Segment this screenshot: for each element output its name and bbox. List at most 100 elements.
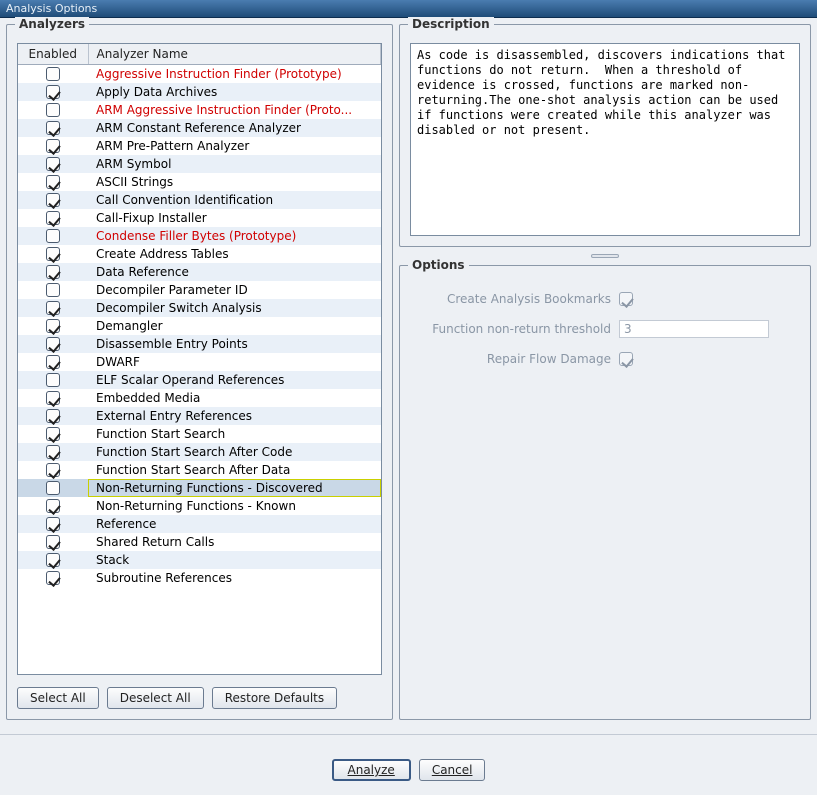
- analyzer-name-cell[interactable]: ARM Pre-Pattern Analyzer: [88, 137, 381, 155]
- analyzer-name-cell[interactable]: Disassemble Entry Points: [88, 335, 381, 353]
- table-row[interactable]: Function Start Search: [18, 425, 381, 443]
- analyzer-name-cell[interactable]: ELF Scalar Operand References: [88, 371, 381, 389]
- table-row[interactable]: Condense Filler Bytes (Prototype): [18, 227, 381, 245]
- enabled-cell[interactable]: [18, 191, 88, 209]
- table-row[interactable]: Function Start Search After Code: [18, 443, 381, 461]
- table-row[interactable]: Data Reference: [18, 263, 381, 281]
- table-row[interactable]: Call-Fixup Installer: [18, 209, 381, 227]
- table-row[interactable]: ASCII Strings: [18, 173, 381, 191]
- analyzer-name-cell[interactable]: Apply Data Archives: [88, 83, 381, 101]
- nonreturn-threshold-input[interactable]: [619, 320, 769, 338]
- restore-defaults-button[interactable]: Restore Defaults: [212, 687, 337, 709]
- table-row[interactable]: Reference: [18, 515, 381, 533]
- analyzer-name-cell[interactable]: Non-Returning Functions - Known: [88, 497, 381, 515]
- table-row[interactable]: DWARF: [18, 353, 381, 371]
- table-row[interactable]: ELF Scalar Operand References: [18, 371, 381, 389]
- col-enabled[interactable]: Enabled: [18, 44, 88, 65]
- enabled-cell[interactable]: [18, 515, 88, 533]
- analyzer-name-cell[interactable]: Function Start Search After Code: [88, 443, 381, 461]
- analyzer-name-cell[interactable]: Shared Return Calls: [88, 533, 381, 551]
- col-name[interactable]: Analyzer Name: [88, 44, 381, 65]
- enabled-cell[interactable]: [18, 101, 88, 119]
- enabled-cell[interactable]: [18, 479, 88, 497]
- analyze-button[interactable]: Analyze: [332, 759, 411, 781]
- analyzer-name-cell[interactable]: Embedded Media: [88, 389, 381, 407]
- analyzer-name-cell[interactable]: Aggressive Instruction Finder (Prototype…: [88, 65, 381, 83]
- enabled-cell[interactable]: [18, 551, 88, 569]
- table-row[interactable]: Function Start Search After Data: [18, 461, 381, 479]
- analyzer-name-cell[interactable]: Condense Filler Bytes (Prototype): [88, 227, 381, 245]
- enabled-checkbox[interactable]: [46, 193, 60, 207]
- enabled-cell[interactable]: [18, 461, 88, 479]
- analyzer-name-cell[interactable]: ARM Aggressive Instruction Finder (Proto…: [88, 101, 381, 119]
- enabled-cell[interactable]: [18, 353, 88, 371]
- select-all-button[interactable]: Select All: [17, 687, 99, 709]
- enabled-cell[interactable]: [18, 245, 88, 263]
- table-row[interactable]: Apply Data Archives: [18, 83, 381, 101]
- enabled-checkbox[interactable]: [46, 355, 60, 369]
- table-row[interactable]: Decompiler Switch Analysis: [18, 299, 381, 317]
- enabled-checkbox[interactable]: [46, 265, 60, 279]
- enabled-cell[interactable]: [18, 209, 88, 227]
- analyzer-name-cell[interactable]: Function Start Search After Data: [88, 461, 381, 479]
- analyzer-name-cell[interactable]: Subroutine References: [88, 569, 381, 587]
- table-row[interactable]: Disassemble Entry Points: [18, 335, 381, 353]
- table-row[interactable]: Stack: [18, 551, 381, 569]
- enabled-cell[interactable]: [18, 371, 88, 389]
- enabled-cell[interactable]: [18, 281, 88, 299]
- analyzer-name-cell[interactable]: Decompiler Switch Analysis: [88, 299, 381, 317]
- analyzer-name-cell[interactable]: Call-Fixup Installer: [88, 209, 381, 227]
- enabled-checkbox[interactable]: [46, 211, 60, 225]
- cancel-button[interactable]: Cancel: [419, 759, 486, 781]
- enabled-checkbox[interactable]: [46, 391, 60, 405]
- enabled-cell[interactable]: [18, 263, 88, 281]
- enabled-checkbox[interactable]: [46, 373, 60, 387]
- analyzer-name-cell[interactable]: DWARF: [88, 353, 381, 371]
- enabled-checkbox[interactable]: [46, 553, 60, 567]
- table-row[interactable]: Demangler: [18, 317, 381, 335]
- table-row[interactable]: Create Address Tables: [18, 245, 381, 263]
- enabled-checkbox[interactable]: [46, 499, 60, 513]
- enabled-checkbox[interactable]: [46, 121, 60, 135]
- enabled-checkbox[interactable]: [46, 67, 60, 81]
- analyzer-name-cell[interactable]: ARM Symbol: [88, 155, 381, 173]
- enabled-checkbox[interactable]: [46, 427, 60, 441]
- analyzer-name-cell[interactable]: Data Reference: [88, 263, 381, 281]
- table-row[interactable]: Decompiler Parameter ID: [18, 281, 381, 299]
- enabled-checkbox[interactable]: [46, 517, 60, 531]
- enabled-cell[interactable]: [18, 497, 88, 515]
- enabled-checkbox[interactable]: [46, 247, 60, 261]
- enabled-checkbox[interactable]: [46, 139, 60, 153]
- table-row[interactable]: Aggressive Instruction Finder (Prototype…: [18, 65, 381, 83]
- enabled-cell[interactable]: [18, 173, 88, 191]
- enabled-cell[interactable]: [18, 425, 88, 443]
- enabled-cell[interactable]: [18, 389, 88, 407]
- enabled-checkbox[interactable]: [46, 571, 60, 585]
- enabled-cell[interactable]: [18, 119, 88, 137]
- enabled-checkbox[interactable]: [46, 85, 60, 99]
- analyzer-name-cell[interactable]: Stack: [88, 551, 381, 569]
- enabled-checkbox[interactable]: [46, 445, 60, 459]
- table-row[interactable]: Non-Returning Functions - Discovered: [18, 479, 381, 497]
- analyzer-name-cell[interactable]: External Entry References: [88, 407, 381, 425]
- enabled-cell[interactable]: [18, 533, 88, 551]
- analyzer-name-cell[interactable]: Function Start Search: [88, 425, 381, 443]
- deselect-all-button[interactable]: Deselect All: [107, 687, 204, 709]
- analyzer-name-cell[interactable]: Reference: [88, 515, 381, 533]
- analyzer-name-cell[interactable]: ARM Constant Reference Analyzer: [88, 119, 381, 137]
- enabled-cell[interactable]: [18, 227, 88, 245]
- enabled-cell[interactable]: [18, 299, 88, 317]
- enabled-cell[interactable]: [18, 65, 88, 83]
- analyzer-name-cell[interactable]: Non-Returning Functions - Discovered: [88, 479, 381, 497]
- enabled-cell[interactable]: [18, 569, 88, 587]
- analyzer-name-cell[interactable]: Call Convention Identification: [88, 191, 381, 209]
- table-row[interactable]: ARM Aggressive Instruction Finder (Proto…: [18, 101, 381, 119]
- table-row[interactable]: External Entry References: [18, 407, 381, 425]
- enabled-checkbox[interactable]: [46, 283, 60, 297]
- enabled-checkbox[interactable]: [46, 175, 60, 189]
- analyzer-name-cell[interactable]: ASCII Strings: [88, 173, 381, 191]
- enabled-checkbox[interactable]: [46, 103, 60, 117]
- enabled-checkbox[interactable]: [46, 463, 60, 477]
- enabled-checkbox[interactable]: [46, 409, 60, 423]
- enabled-cell[interactable]: [18, 317, 88, 335]
